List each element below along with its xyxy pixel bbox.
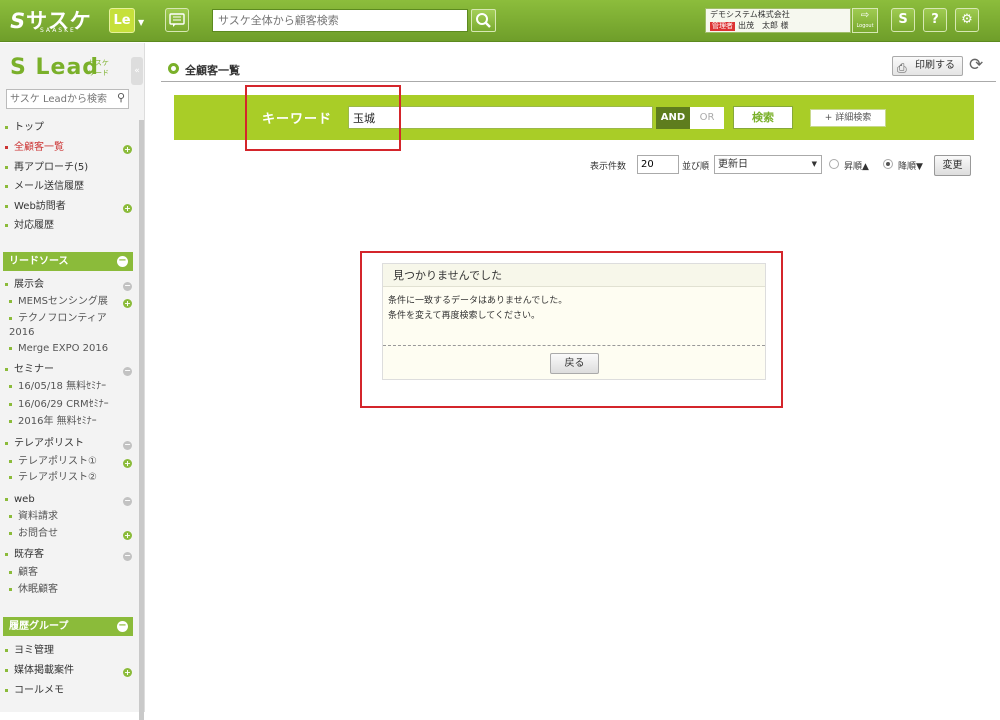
add-icon[interactable]: + [123, 145, 132, 154]
sidebar-group-existing[interactable]: 既存客 [5, 548, 135, 562]
highlight-box-keyword [245, 85, 401, 151]
collapse-icon[interactable]: − [123, 367, 132, 376]
user-company: デモシステム株式会社 [710, 10, 790, 19]
add-icon[interactable]: + [123, 668, 132, 677]
sidebar-item-response-history[interactable]: 対応履歴 [5, 219, 135, 233]
sidebar-subitem[interactable]: MEMSセンシング展 [9, 295, 139, 309]
message-icon[interactable] [165, 8, 189, 32]
collapse-icon[interactable]: − [123, 441, 132, 450]
count-label: 表示件数 [590, 162, 627, 172]
keyword-search-button[interactable]: 検索 [733, 106, 793, 129]
app-switcher-button[interactable]: Le [109, 8, 135, 33]
sidebar-collapse-button[interactable]: « [131, 57, 143, 85]
logout-icon: ⇨ [860, 10, 870, 21]
collapse-icon[interactable]: − [123, 282, 132, 291]
asc-label: 昇順▲ [844, 162, 869, 172]
sidebar-subitem[interactable]: テレアポリスト① [9, 455, 139, 469]
lead-logo-sub: サスケ リード [88, 59, 109, 77]
sidebar-item-all-customers[interactable]: 全顧客一覧 [5, 141, 135, 155]
add-icon[interactable]: + [123, 531, 132, 540]
sidebar-group-seminar[interactable]: セミナー [5, 363, 135, 377]
sidebar-subitem[interactable]: 顧客 [9, 566, 139, 580]
sidebar: S Lead サスケリード « ⚲ トップ 全顧客一覧 + 再アプローチ(5) … [0, 43, 145, 720]
chevron-down-icon[interactable]: ▼ [138, 18, 144, 27]
sort-controls: 表示件数 並び順 更新日▼ 昇順▲ 降順▼ 変更 [585, 155, 975, 176]
search-icon[interactable]: ⚲ [117, 91, 125, 104]
count-input[interactable] [638, 156, 678, 173]
change-button[interactable]: 変更 [934, 155, 971, 176]
saaske-logo-sub: SAASKE [40, 27, 76, 34]
desc-label: 降順▼ [898, 162, 923, 172]
sidebar-group-teleapo[interactable]: テレアポリスト [5, 437, 135, 451]
global-search-field[interactable] [212, 9, 468, 32]
sidebar-item-call-memo[interactable]: コールメモ [5, 684, 135, 698]
asc-radio[interactable] [829, 159, 839, 169]
sidebar-item-yomi[interactable]: ヨミ管理 [5, 644, 135, 658]
global-search-button[interactable] [471, 9, 496, 32]
sidebar-subitem[interactable]: 資料請求 [9, 510, 139, 524]
sidebar-item-mail-history[interactable]: メール送信履歴 [5, 180, 135, 194]
page-title: 全顧客一覧 [185, 64, 240, 77]
sidebar-search-field[interactable]: ⚲ [6, 89, 129, 109]
sidebar-subitem[interactable]: 休眠顧客 [9, 583, 139, 597]
page-title-row: 全顧客一覧 ⎙ 印刷する ⟳ [161, 55, 996, 82]
sidebar-item-top[interactable]: トップ [5, 121, 135, 135]
sidebar-item-media[interactable]: 媒体掲載案件 [5, 664, 135, 678]
sidebar-subitem[interactable]: 16/05/18 無料ｾﾐﾅｰ [9, 380, 139, 394]
collapse-icon[interactable]: − [117, 621, 128, 632]
global-search-input[interactable] [213, 10, 463, 31]
chevron-down-icon: ▼ [811, 160, 817, 168]
count-field[interactable] [637, 155, 679, 174]
advanced-search-button[interactable]: + 詳細検索 [810, 109, 886, 127]
desc-radio[interactable] [883, 159, 893, 169]
collapse-icon[interactable]: − [123, 552, 132, 561]
sidebar-group-exhibition[interactable]: 展示会 [5, 278, 135, 292]
history-group-header[interactable]: 履歴グループ − [3, 617, 133, 636]
add-icon[interactable]: + [123, 299, 132, 308]
and-toggle[interactable]: AND [656, 107, 690, 129]
sidebar-subitem[interactable]: お問合せ [9, 527, 139, 541]
user-info: デモシステム株式会社 管理者 出茂 太郎 様 [705, 8, 851, 33]
sidebar-scrollbar[interactable] [139, 120, 144, 720]
help-button[interactable]: ? [923, 8, 947, 32]
lead-logo[interactable]: S Lead [10, 55, 99, 80]
sort-label: 並び順 [682, 162, 710, 172]
title-bullet-icon [168, 63, 179, 74]
sidebar-group-web[interactable]: web [5, 493, 135, 507]
top-bar: Sサスケ SAASKE Le ▼ デモシステム株式会社 管理者出茂 太郎 様 ⇨… [0, 0, 1000, 42]
sidebar-subitem[interactable]: テクノフロンティア2016 [9, 312, 129, 340]
or-toggle[interactable]: OR [690, 107, 724, 129]
collapse-icon[interactable]: − [117, 256, 128, 267]
sidebar-subitem[interactable]: Merge EXPO 2016 [9, 342, 139, 356]
logout-button[interactable]: ⇨ Logout [852, 8, 878, 33]
add-icon[interactable]: + [123, 204, 132, 213]
highlight-box-not-found [360, 251, 783, 408]
collapse-icon[interactable]: − [123, 497, 132, 506]
sidebar-search-input[interactable] [7, 90, 111, 108]
lead-source-header[interactable]: リードソース − [3, 252, 133, 271]
sidebar-subitem[interactable]: テレアポリスト② [9, 471, 139, 485]
print-button[interactable]: ⎙ 印刷する [892, 56, 963, 76]
sort-select[interactable]: 更新日 ▼ [714, 155, 822, 174]
sidebar-subitem[interactable]: 2016年 無料ｾﾐﾅｰ [9, 415, 139, 429]
add-icon[interactable]: + [123, 459, 132, 468]
gear-icon[interactable]: ⚙ [955, 8, 979, 32]
sidebar-item-web-visitors[interactable]: Web訪問者 [5, 200, 135, 214]
printer-icon: ⎙ [897, 61, 907, 75]
sidebar-item-reapproach[interactable]: 再アプローチ(5) [5, 161, 135, 175]
role-badge: 管理者 [710, 22, 735, 31]
user-name: 出茂 太郎 様 [738, 21, 789, 30]
sidebar-subitem[interactable]: 16/06/29 CRMｾﾐﾅｰ [9, 398, 139, 412]
search-icon [476, 13, 491, 28]
refresh-icon[interactable]: ⟳ [969, 55, 983, 75]
saaske-home-icon[interactable]: S [891, 8, 915, 32]
